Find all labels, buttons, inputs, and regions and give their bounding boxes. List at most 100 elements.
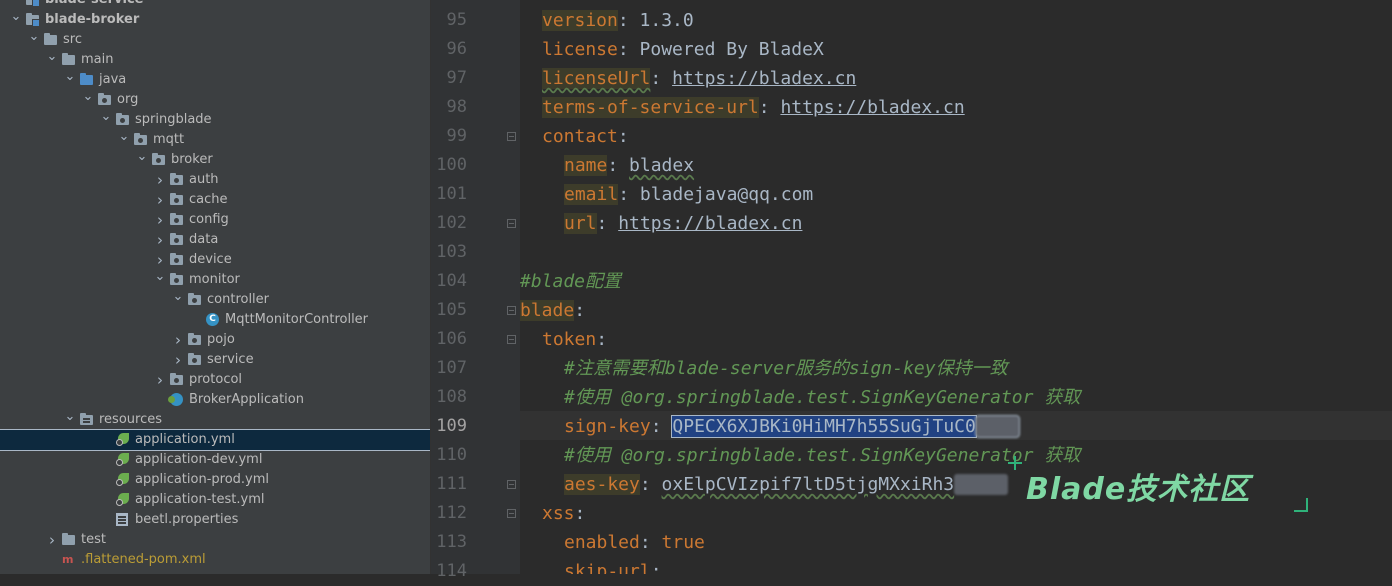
tree-item[interactable]: › pojo xyxy=(0,330,430,350)
code-line[interactable]: version: 1.3.0 xyxy=(542,6,694,35)
folder-icon xyxy=(62,53,76,67)
spring-yml-icon xyxy=(116,473,130,487)
tree-item[interactable]: ⌄ controller xyxy=(0,290,430,310)
tree-item[interactable]: › data xyxy=(0,230,430,250)
tree-item[interactable]: ⌄ main xyxy=(0,50,430,70)
package-icon xyxy=(152,153,166,167)
source-folder-icon xyxy=(80,73,94,87)
tree-item[interactable]: ⌄ broker xyxy=(0,150,430,170)
code-line[interactable]: email: bladejava@qq.com xyxy=(564,180,813,209)
tree-item-label: java xyxy=(99,72,127,87)
tree-item[interactable]: ⌄ blade-broker xyxy=(0,10,430,30)
tree-item[interactable]: beetl.properties xyxy=(0,510,430,530)
chevron-right-icon[interactable]: › xyxy=(172,330,184,350)
fold-marker-icon[interactable] xyxy=(507,132,516,141)
code-line[interactable]: aes-key: oxElpCVIzpif7ltD5tjgMXxiRh3xxxx… xyxy=(564,470,1009,499)
tree-item[interactable]: ⌄ resources xyxy=(0,410,430,430)
chevron-down-icon[interactable]: ⌄ xyxy=(64,70,76,90)
fold-marker-icon[interactable] xyxy=(507,335,516,344)
chevron-down-icon[interactable]: ⌄ xyxy=(10,10,22,30)
package-icon xyxy=(134,133,148,147)
chevron-down-icon[interactable]: ⌄ xyxy=(172,290,184,310)
chevron-down-icon[interactable]: ⌄ xyxy=(154,270,166,290)
tree-item[interactable]: › config xyxy=(0,210,430,230)
chevron-down-icon[interactable]: ⌄ xyxy=(118,130,130,150)
code-line[interactable]: license: Powered By BladeX xyxy=(542,35,824,64)
yaml-key: token xyxy=(542,329,597,350)
tree-item[interactable]: application-dev.yml xyxy=(0,450,430,470)
tree-item-label: application-test.yml xyxy=(135,492,265,507)
tree-item-label: blade-service xyxy=(45,0,143,10)
fold-marker-icon[interactable] xyxy=(507,480,516,489)
package-icon xyxy=(170,213,184,227)
chevron-right-icon[interactable]: › xyxy=(46,530,58,550)
code-line[interactable]: url: https://bladex.cn xyxy=(564,209,802,238)
chevron-down-icon[interactable]: ⌄ xyxy=(100,110,112,130)
chevron-down-icon[interactable]: ⌄ xyxy=(46,50,58,70)
chevron-right-icon[interactable]: › xyxy=(154,230,166,250)
tree-item[interactable]: application-prod.yml xyxy=(0,470,430,490)
tree-item[interactable]: ⌄ mqtt xyxy=(0,130,430,150)
fold-marker-icon[interactable] xyxy=(507,219,516,228)
chevron-down-icon[interactable]: ⌄ xyxy=(136,150,148,170)
code-line[interactable]: skip-url: xyxy=(564,557,662,574)
tree-item[interactable]: ⌄ springblade xyxy=(0,110,430,130)
code-line[interactable]: token: xyxy=(542,325,607,354)
tree-item-label: main xyxy=(81,52,114,67)
tree-item[interactable]: blade-service xyxy=(0,0,430,10)
code-line[interactable]: licenseUrl: https://bladex.cn xyxy=(542,64,856,93)
chevron-right-icon[interactable]: › xyxy=(154,370,166,390)
code-line[interactable]: enabled: true xyxy=(564,528,705,557)
chevron-right-icon[interactable]: › xyxy=(154,190,166,210)
tree-item[interactable]: C MqttMonitorController xyxy=(0,310,430,330)
tree-item-label: broker xyxy=(171,152,213,167)
tree-item-label: auth xyxy=(189,172,219,187)
tree-item[interactable]: › device xyxy=(0,250,430,270)
code-line[interactable]: #使用 @org.springblade.test.SignKeyGenerat… xyxy=(564,441,1080,470)
yaml-value: : xyxy=(758,97,781,118)
tree-item[interactable]: › cache xyxy=(0,190,430,210)
tree-item[interactable]: ⌄ src xyxy=(0,30,430,50)
line-number: 95 xyxy=(446,10,467,30)
tree-item[interactable]: m .flattened-pom.xml xyxy=(0,550,430,570)
line-number: 112 xyxy=(436,503,467,523)
code-line[interactable]: #使用 @org.springblade.test.SignKeyGenerat… xyxy=(564,383,1080,412)
line-number: 107 xyxy=(436,358,467,378)
tree-item[interactable]: › service xyxy=(0,350,430,370)
line-number: 111 xyxy=(436,474,467,494)
chevron-right-icon[interactable]: › xyxy=(154,210,166,230)
code-line[interactable]: sign-key: QPECX6XJBKi0HiMH7h55SuGjTuC0xx… xyxy=(564,412,1021,441)
tree-item-label: src xyxy=(63,32,82,47)
chevron-down-icon[interactable]: ⌄ xyxy=(28,30,40,50)
tree-item[interactable]: application.yml xyxy=(0,429,430,451)
yaml-value: xxxx xyxy=(974,415,1021,438)
tree-item[interactable]: › protocol xyxy=(0,370,430,390)
line-number: 110 xyxy=(436,445,467,465)
code-line[interactable]: xss: xyxy=(542,499,585,528)
code-line[interactable]: name: bladex xyxy=(564,151,694,180)
code-line[interactable]: blade: xyxy=(520,296,585,325)
tree-item[interactable]: application-test.yml xyxy=(0,490,430,510)
code-line[interactable]: #blade配置 xyxy=(520,267,621,296)
code-line[interactable]: #注意需要和blade-server服务的sign-key保持一致 xyxy=(564,354,1008,383)
fold-marker-icon[interactable] xyxy=(507,509,516,518)
tree-item[interactable]: › test xyxy=(0,530,430,550)
code-line[interactable]: terms-of-service-url: https://bladex.cn xyxy=(542,93,965,122)
package-icon xyxy=(188,333,202,347)
watermark-corner-icon xyxy=(1306,498,1308,512)
tree-item[interactable]: › auth xyxy=(0,170,430,190)
tree-item[interactable]: ⌄ java xyxy=(0,70,430,90)
tree-item-label: BrokerApplication xyxy=(189,392,304,407)
chevron-right-icon[interactable]: › xyxy=(154,170,166,190)
yaml-key: version xyxy=(542,10,618,31)
tree-item-label: device xyxy=(189,252,232,267)
chevron-down-icon[interactable]: ⌄ xyxy=(64,410,76,430)
tree-item[interactable]: BrokerApplication xyxy=(0,390,430,410)
chevron-right-icon[interactable]: › xyxy=(154,250,166,270)
tree-item[interactable]: ⌄ org xyxy=(0,90,430,110)
chevron-right-icon[interactable]: › xyxy=(172,350,184,370)
chevron-down-icon[interactable]: ⌄ xyxy=(82,90,94,110)
fold-marker-icon[interactable] xyxy=(507,306,516,315)
tree-item[interactable]: ⌄ monitor xyxy=(0,270,430,290)
code-line[interactable]: contact: xyxy=(542,122,629,151)
